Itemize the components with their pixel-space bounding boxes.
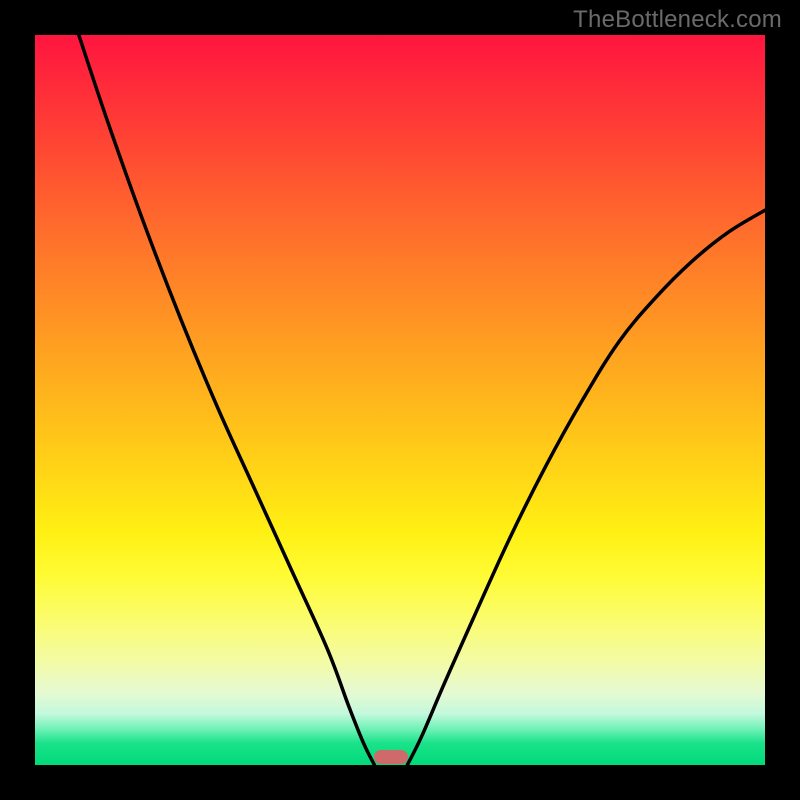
curve-layer: [35, 35, 765, 765]
left-curve: [79, 35, 375, 765]
plot-area: [35, 35, 765, 765]
right-curve: [407, 210, 765, 765]
minimum-marker: [374, 750, 408, 764]
chart-container: TheBottleneck.com: [0, 0, 800, 800]
watermark-text: TheBottleneck.com: [573, 6, 782, 34]
